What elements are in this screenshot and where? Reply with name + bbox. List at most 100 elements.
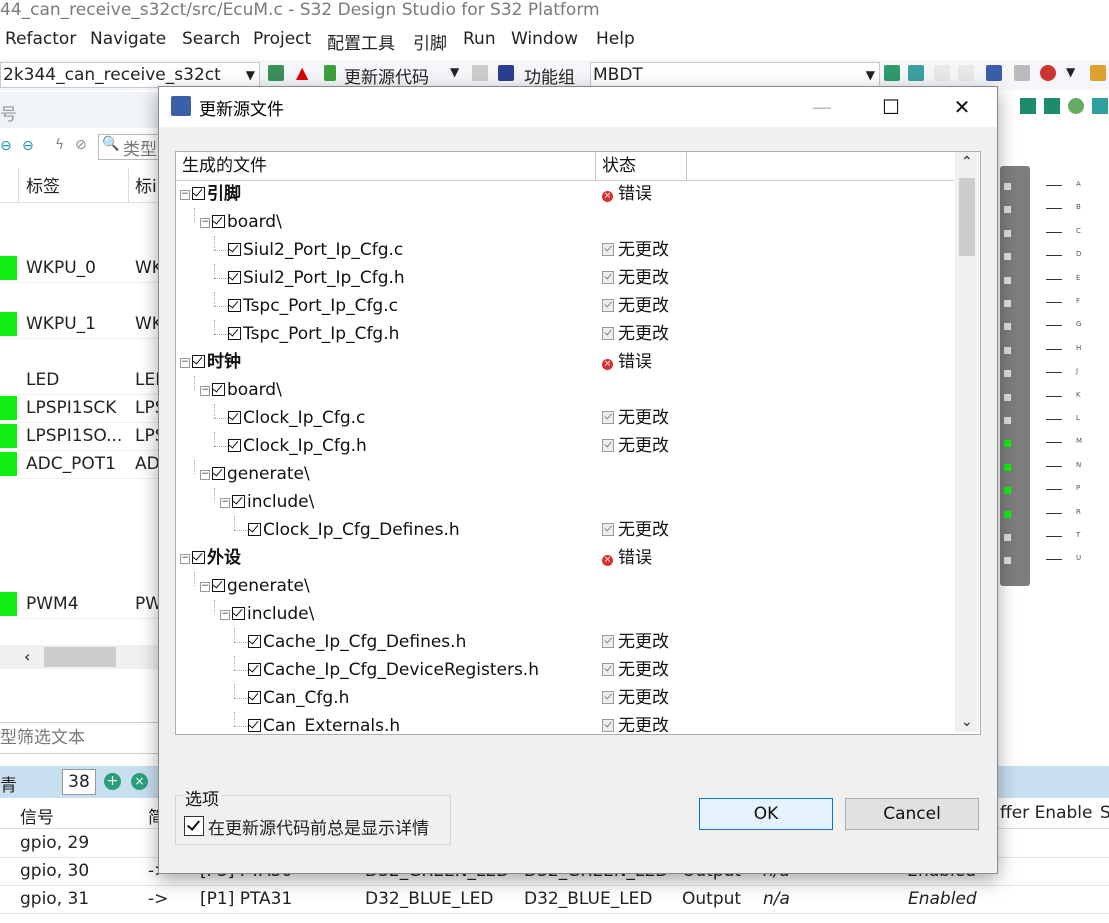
chip-pin[interactable]: [1004, 534, 1011, 541]
scroll-left-icon[interactable]: ‹: [24, 647, 30, 666]
settings-icon[interactable]: [1068, 98, 1084, 114]
file-entry[interactable]: generate\: [212, 572, 310, 600]
file-checkbox[interactable]: [228, 243, 241, 256]
update-code-icon[interactable]: [324, 65, 336, 81]
flash-icon[interactable]: ϟ: [55, 137, 64, 153]
scroll-down-icon[interactable]: ⌄: [961, 714, 973, 730]
console-icon[interactable]: [986, 65, 1002, 81]
file-checkbox[interactable]: [192, 187, 205, 200]
minimize-icon[interactable]: —: [799, 87, 845, 127]
maximize-icon[interactable]: ☐: [868, 87, 914, 127]
file-entry[interactable]: Tspc_Port_Ip_Cfg.h: [228, 320, 399, 348]
tree-row[interactable]: Can_Cfg.h 无更改: [176, 684, 954, 712]
view-icon[interactable]: [1044, 98, 1060, 114]
signal-row[interactable]: PWM4 PW: [0, 590, 160, 619]
collapse-icon[interactable]: −: [200, 386, 210, 396]
dropdown-arrow-icon[interactable]: ▼: [450, 65, 459, 79]
file-checkbox[interactable]: [212, 215, 225, 228]
chip-pin[interactable]: [1004, 276, 1011, 284]
column-buffer-enable[interactable]: ffer Enable: [1000, 803, 1092, 823]
redo-icon[interactable]: [958, 65, 974, 81]
file-entry[interactable]: Siul2_Port_Ip_Cfg.h: [228, 264, 405, 292]
chip-pin[interactable]: [1004, 323, 1011, 331]
collapse-icon[interactable]: −: [180, 358, 190, 368]
file-checkbox[interactable]: [248, 663, 261, 676]
file-checkbox[interactable]: [228, 271, 241, 284]
column-label[interactable]: 标签: [26, 172, 60, 197]
file-checkbox[interactable]: [228, 411, 241, 424]
collapse-icon[interactable]: −: [200, 218, 210, 228]
close-icon[interactable]: ✕: [939, 87, 985, 127]
file-entry[interactable]: Clock_Ip_Cfg.c: [228, 404, 365, 432]
file-checkbox[interactable]: [228, 439, 241, 452]
file-checkbox[interactable]: [248, 523, 261, 536]
column-generated-files[interactable]: 生成的文件: [176, 152, 596, 180]
add-icon[interactable]: +: [104, 773, 121, 790]
chip-pin[interactable]: [1004, 557, 1011, 565]
collapse-icon[interactable]: −: [200, 582, 210, 592]
debug-icon[interactable]: [1040, 65, 1056, 81]
menu-search[interactable]: Search: [182, 29, 240, 49]
undo-icon[interactable]: [934, 65, 950, 81]
project-combo[interactable]: 2k344_can_receive_s32ct ▼: [0, 62, 260, 88]
menu-project[interactable]: Project: [253, 29, 311, 49]
file-entry[interactable]: include\: [232, 488, 314, 516]
tree-row[interactable]: − board\: [176, 208, 954, 236]
function-group-combo[interactable]: MBDT ▼: [590, 62, 880, 88]
file-entry[interactable]: Clock_Ip_Cfg.h: [228, 432, 367, 460]
column-last[interactable]: S: [1100, 803, 1109, 823]
chip-pin[interactable]: [1004, 253, 1011, 261]
file-entry[interactable]: Cache_Ip_Cfg_Defines.h: [248, 628, 466, 656]
folder-icon[interactable]: [1090, 65, 1106, 81]
cancel-button[interactable]: Cancel: [845, 798, 979, 830]
signal-row[interactable]: LPSPI1SO... LPS: [0, 422, 160, 451]
collapse-icon[interactable]: −: [200, 470, 210, 480]
file-entry[interactable]: Siul2_Port_Ip_Cfg.c: [228, 236, 403, 264]
file-entry[interactable]: Clock_Ip_Cfg_Defines.h: [248, 516, 460, 544]
collapse-icon[interactable]: −: [220, 610, 230, 620]
menu-navigate[interactable]: Navigate: [90, 29, 166, 49]
file-entry[interactable]: board\: [212, 376, 282, 404]
warning-icon[interactable]: ▲: [296, 65, 312, 81]
file-checkbox[interactable]: [192, 551, 205, 564]
gear-icon[interactable]: [1014, 65, 1030, 81]
file-checkbox[interactable]: [228, 299, 241, 312]
collapse-icon[interactable]: −: [220, 498, 230, 508]
scroll-thumb[interactable]: [959, 178, 975, 256]
file-checkbox[interactable]: [248, 635, 261, 648]
tree-row[interactable]: Tspc_Port_Ip_Cfg.c 无更改: [176, 292, 954, 320]
menu-help[interactable]: Help: [596, 29, 635, 49]
table-row[interactable]: gpio, 31 -> [P1] PTA31 D32_BLUE_LED D32_BLUE…: [0, 885, 1109, 914]
tree-row[interactable]: − 时钟 × 错误: [176, 348, 954, 376]
horizontal-scrollbar[interactable]: ‹: [0, 645, 160, 669]
chip-pin[interactable]: [1004, 206, 1011, 214]
file-checkbox[interactable]: [228, 327, 241, 340]
tree-row[interactable]: Tspc_Port_Ip_Cfg.h 无更改: [176, 320, 954, 348]
tree-row[interactable]: Siul2_Port_Ip_Cfg.h 无更改: [176, 264, 954, 292]
file-entry[interactable]: 外设: [192, 544, 241, 572]
file-icon[interactable]: [472, 65, 488, 81]
signal-row[interactable]: WKPU_0 WK: [0, 254, 160, 283]
chip-pin[interactable]: [1004, 463, 1011, 471]
file-checkbox[interactable]: [212, 383, 225, 396]
file-entry[interactable]: board\: [212, 208, 282, 236]
chip-pin[interactable]: [1004, 440, 1011, 448]
tree-row[interactable]: Clock_Ip_Cfg.c 无更改: [176, 404, 954, 432]
collapse-icon[interactable]: −: [180, 190, 190, 200]
flag-icon[interactable]: [884, 65, 900, 81]
type-filter-bar[interactable]: 型筛选文本: [0, 722, 160, 754]
column-status[interactable]: 状态: [596, 152, 687, 180]
file-entry[interactable]: Cache_Ip_Cfg_DeviceRegisters.h: [248, 656, 539, 684]
collapse-icon[interactable]: −: [180, 554, 190, 564]
chip-pin[interactable]: [1004, 183, 1011, 190]
column-signal[interactable]: 信号: [20, 803, 54, 828]
chip-pin[interactable]: [1004, 417, 1011, 424]
home-icon[interactable]: [268, 65, 284, 81]
ok-button[interactable]: OK: [699, 798, 833, 830]
chip-pin[interactable]: [1004, 487, 1011, 495]
view-icon[interactable]: [1020, 98, 1036, 114]
file-entry[interactable]: Can_Externals.h: [248, 712, 400, 732]
always-show-details-label[interactable]: 在更新源代码前总是显示详情: [208, 814, 429, 839]
dropdown-arrow-icon[interactable]: ▼: [1066, 65, 1075, 79]
tree-row[interactable]: − 外设 × 错误: [176, 544, 954, 572]
